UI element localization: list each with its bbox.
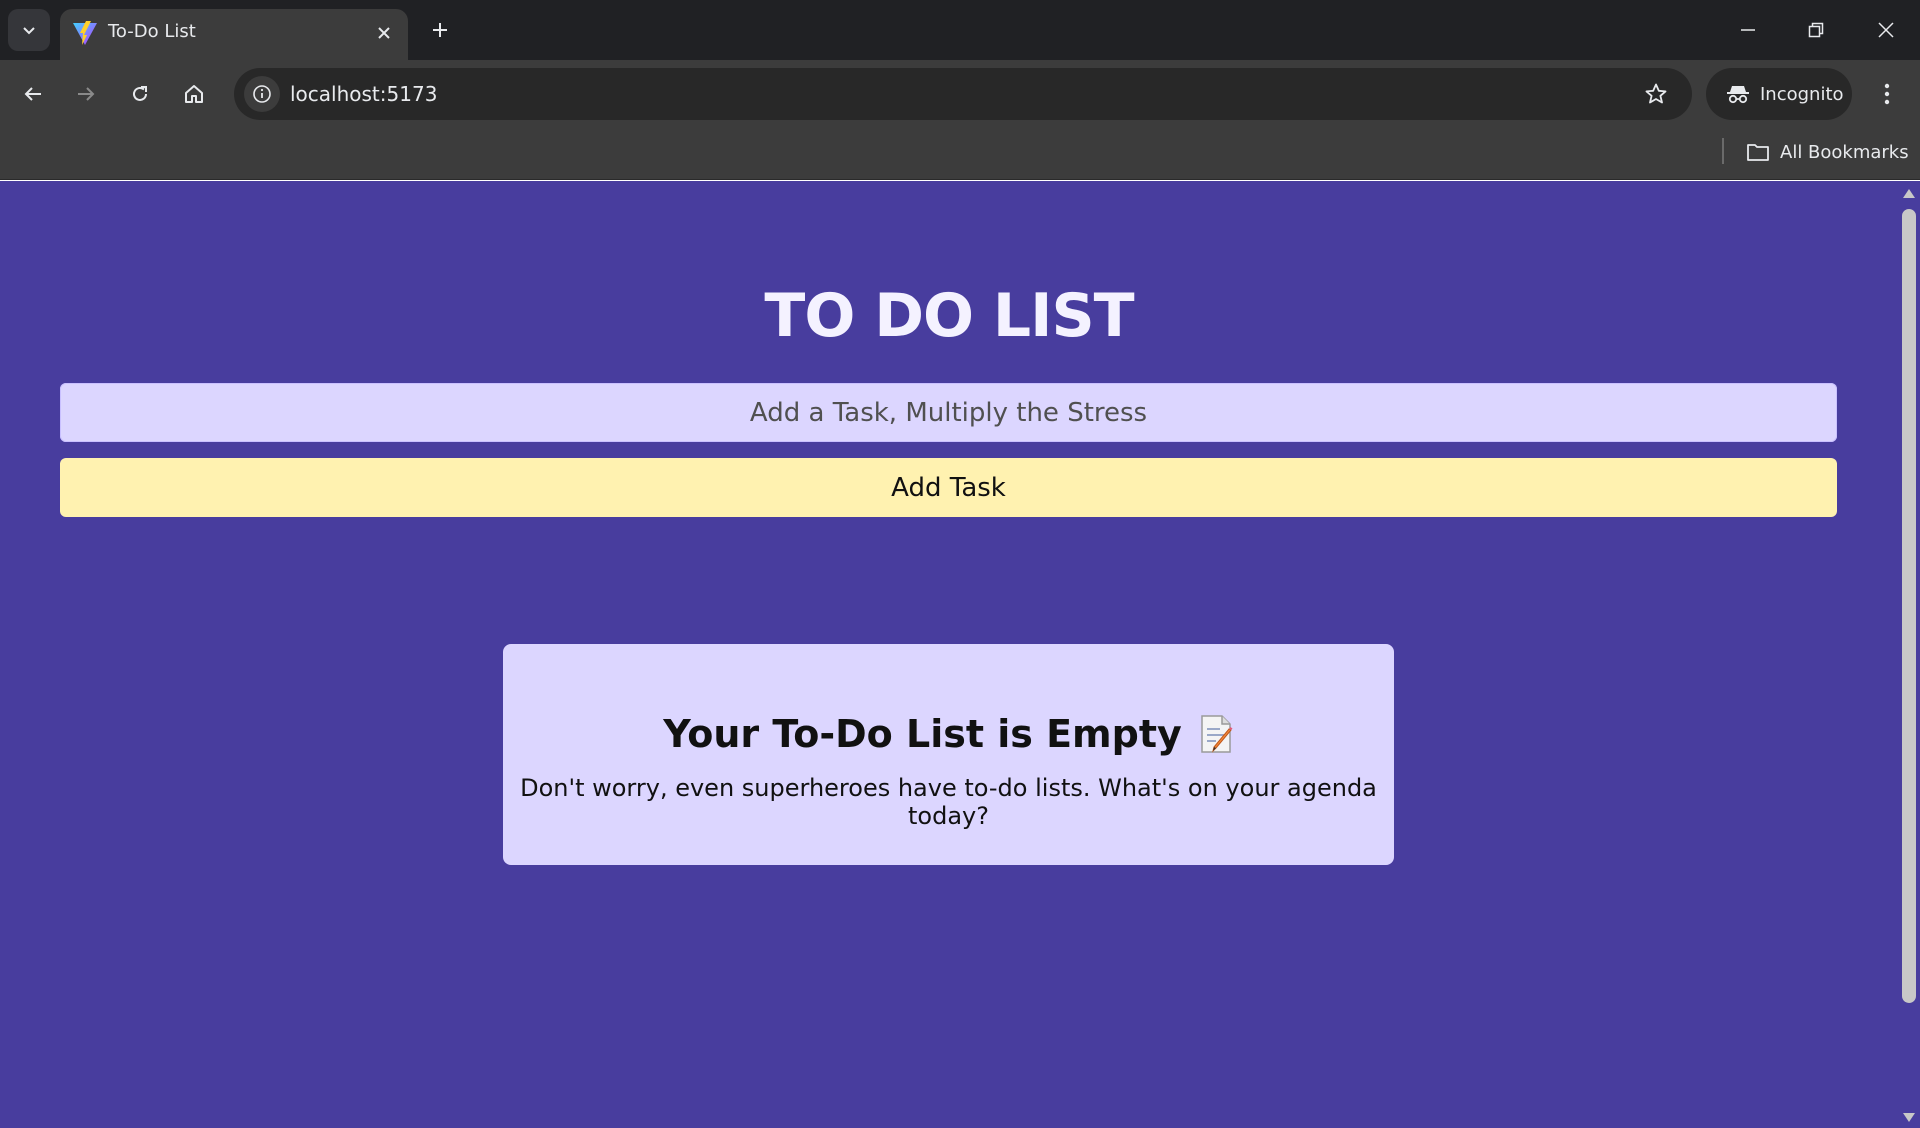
page-scrollbar[interactable] bbox=[1898, 181, 1920, 1128]
close-window-button[interactable] bbox=[1852, 0, 1920, 60]
bookmarks-separator bbox=[1722, 138, 1724, 164]
minimize-button[interactable] bbox=[1714, 0, 1782, 60]
close-icon bbox=[1878, 22, 1894, 38]
scroll-up-arrow[interactable] bbox=[1903, 189, 1915, 198]
star-icon bbox=[1645, 83, 1667, 104]
chevron-down-icon bbox=[23, 27, 35, 35]
tab-title: To-Do List bbox=[108, 21, 196, 42]
tab-active[interactable]: To-Do List bbox=[60, 9, 408, 60]
forward-button[interactable] bbox=[65, 73, 107, 115]
tab-strip: To-Do List bbox=[0, 0, 1920, 60]
minimize-icon bbox=[1741, 29, 1755, 31]
all-bookmarks-label: All Bookmarks bbox=[1780, 141, 1909, 163]
incognito-label: Incognito bbox=[1760, 83, 1844, 105]
add-task-button[interactable]: Add Task bbox=[60, 458, 1837, 517]
new-tab-button[interactable] bbox=[422, 12, 458, 48]
site-info-button[interactable] bbox=[244, 76, 280, 112]
empty-state-card: Your To-Do List is Empty Don't worry, ev… bbox=[503, 644, 1394, 865]
tab-close-button[interactable] bbox=[370, 19, 398, 47]
page-viewport: TO DO LIST Add Task Your To-Do List is E… bbox=[0, 181, 1898, 1128]
empty-state-title: Your To-Do List is Empty bbox=[663, 712, 1182, 756]
incognito-indicator[interactable]: Incognito bbox=[1706, 68, 1852, 120]
reload-icon bbox=[133, 86, 147, 101]
info-icon bbox=[253, 85, 271, 103]
arrow-left-icon bbox=[24, 87, 41, 101]
scroll-down-arrow[interactable] bbox=[1903, 1113, 1915, 1122]
tab-search-button[interactable] bbox=[8, 9, 50, 51]
address-bar[interactable]: localhost:5173 bbox=[234, 68, 1692, 120]
restore-button[interactable] bbox=[1782, 0, 1850, 60]
bookmark-star-button[interactable] bbox=[1638, 76, 1674, 112]
folder-icon bbox=[1747, 144, 1769, 161]
browser-menu-button[interactable] bbox=[1866, 73, 1908, 115]
memo-icon bbox=[1201, 715, 1233, 753]
home-icon bbox=[185, 85, 203, 103]
plus-icon bbox=[433, 23, 447, 37]
page-title: TO DO LIST bbox=[764, 281, 1134, 351]
close-icon bbox=[378, 27, 390, 39]
more-vertical-icon bbox=[1884, 83, 1890, 105]
vite-logo-icon bbox=[73, 21, 97, 45]
empty-state-subtitle: Don't worry, even superheroes have to-do… bbox=[520, 774, 1377, 830]
browser-toolbar: localhost:5173 Incognito bbox=[0, 60, 1920, 128]
all-bookmarks-button[interactable]: All Bookmarks bbox=[1746, 136, 1909, 168]
task-input[interactable] bbox=[60, 383, 1837, 442]
restore-icon bbox=[1808, 22, 1824, 38]
arrow-right-icon bbox=[78, 87, 95, 101]
empty-state-heading: Your To-Do List is Empty bbox=[503, 712, 1394, 756]
bookmarks-bar: All Bookmarks bbox=[0, 128, 1920, 180]
scroll-thumb[interactable] bbox=[1902, 209, 1916, 1003]
reload-button[interactable] bbox=[119, 73, 161, 115]
back-button[interactable] bbox=[12, 73, 54, 115]
incognito-icon bbox=[1727, 86, 1749, 104]
home-button[interactable] bbox=[173, 73, 215, 115]
url-text: localhost:5173 bbox=[290, 82, 438, 106]
